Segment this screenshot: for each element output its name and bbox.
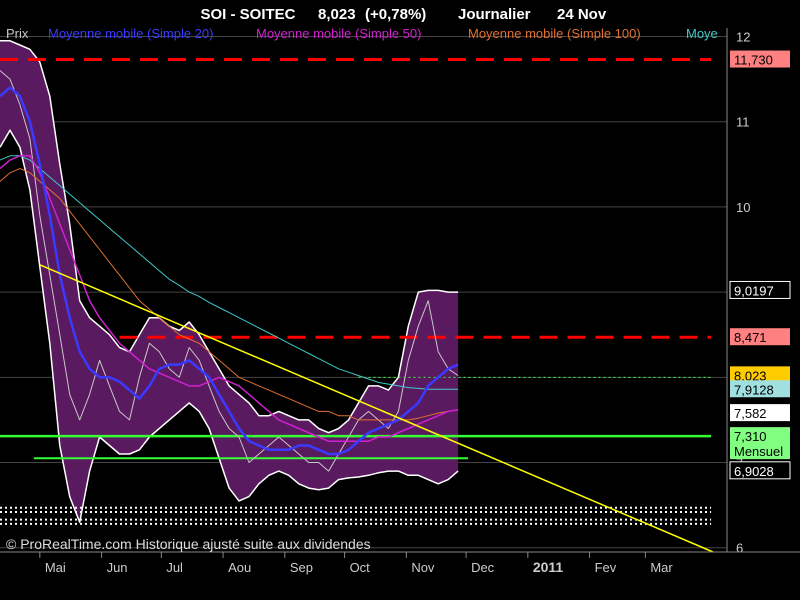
x-tick-label-Jun: Jun: [107, 560, 128, 575]
x-tick-label-Mar: Mar: [650, 560, 673, 575]
y-tick-label-11: 11: [736, 115, 750, 130]
chart-date: 24 Nov: [557, 6, 607, 23]
x-tick-label-Dec: Dec: [471, 560, 495, 575]
x-tick-label-Jul: Jul: [166, 560, 183, 575]
price-label-5: 7,582: [730, 404, 790, 422]
chart-root: 6789101112MaiJunJulAouSepOctNovDec2011Fe…: [0, 0, 800, 600]
price-label-text: 7,582: [734, 406, 767, 421]
legend: Prix Moyenne mobile (Simple 20) Moyenne mo…: [6, 26, 718, 41]
y-tick-label-12: 12: [736, 30, 750, 45]
chart-price: 8,023: [318, 6, 356, 23]
price-label-sub: Mensuel: [734, 444, 783, 459]
y-tick-label-6: 6: [736, 541, 743, 556]
price-label-0: 11,730: [730, 50, 790, 68]
chart-background: [0, 0, 800, 600]
chart-title: SOI - SOITEC: [200, 6, 295, 23]
legend-item-3: Moyenne mobile (Simple 100): [468, 26, 641, 41]
x-tick-label-Sep: Sep: [290, 560, 313, 575]
price-label-4: 7,9128: [730, 380, 790, 398]
watermark: © ProRealTime.com Historique ajusté suit…: [6, 536, 371, 552]
price-label-text: 7,310: [734, 429, 767, 444]
price-label-6: 7,310Mensuel: [730, 427, 790, 460]
legend-item-1: Moyenne mobile (Simple 20): [48, 26, 213, 41]
x-tick-label-Fev: Fev: [595, 560, 617, 575]
x-tick-label-2011: 2011: [533, 559, 564, 575]
price-label-text: 11,730: [734, 53, 773, 68]
legend-item-4: Moye: [686, 26, 718, 41]
price-chart: 6789101112MaiJunJulAouSepOctNovDec2011Fe…: [0, 0, 800, 600]
x-tick-label-Nov: Nov: [411, 560, 435, 575]
price-label-text: 8,471: [734, 330, 767, 345]
price-label-7: 6,9028: [729, 461, 791, 480]
chart-period: Journalier: [458, 6, 531, 23]
chart-change: (+0,78%): [365, 6, 426, 23]
x-tick-label-Oct: Oct: [350, 560, 371, 575]
y-tick-label-10: 10: [736, 200, 750, 215]
price-label-1: 9,0197: [729, 280, 791, 299]
x-tick-label-Aou: Aou: [228, 560, 251, 575]
legend-item-0: Prix: [6, 26, 29, 41]
price-label-text: 6,9028: [734, 464, 774, 479]
price-label-text: 9,0197: [734, 283, 774, 298]
legend-item-2: Moyenne mobile (Simple 50): [256, 26, 421, 41]
x-tick-label-Mai: Mai: [45, 560, 66, 575]
price-label-text: 7,9128: [734, 382, 774, 397]
price-label-2: 8,471: [730, 328, 790, 346]
